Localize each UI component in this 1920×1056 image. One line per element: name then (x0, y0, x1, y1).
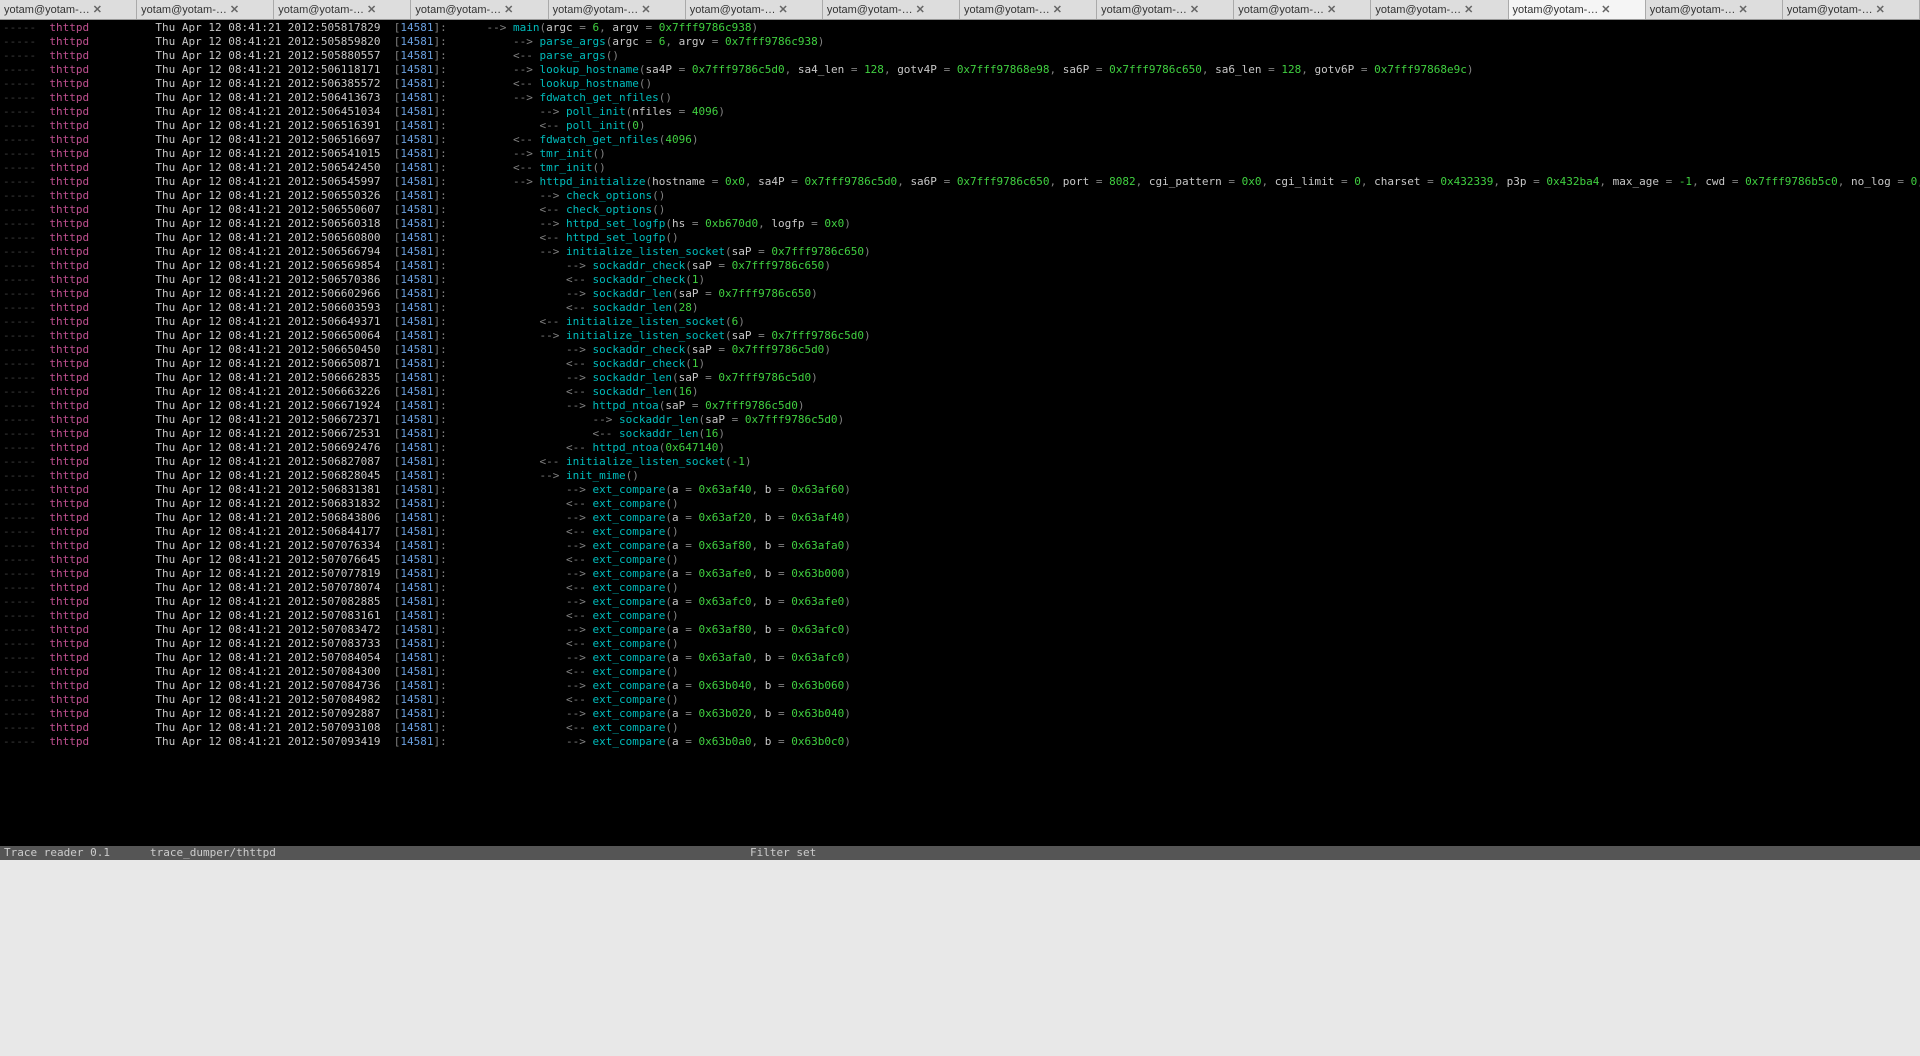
log-line: ----- thttpd Thu Apr 12 08:41:21 2012:50… (3, 203, 1917, 217)
log-line: ----- thttpd Thu Apr 12 08:41:21 2012:50… (3, 119, 1917, 133)
log-line: ----- thttpd Thu Apr 12 08:41:21 2012:50… (3, 595, 1917, 609)
tab[interactable]: yotam@yotam-…✕ (1509, 0, 1646, 19)
log-line: ----- thttpd Thu Apr 12 08:41:21 2012:50… (3, 413, 1917, 427)
log-line: ----- thttpd Thu Apr 12 08:41:21 2012:50… (3, 651, 1917, 665)
log-line: ----- thttpd Thu Apr 12 08:41:21 2012:50… (3, 91, 1917, 105)
log-line: ----- thttpd Thu Apr 12 08:41:21 2012:50… (3, 189, 1917, 203)
close-icon[interactable]: ✕ (93, 3, 102, 16)
close-icon[interactable]: ✕ (1601, 3, 1610, 16)
tab[interactable]: yotam@yotam-…✕ (1646, 0, 1783, 19)
tab[interactable]: yotam@yotam-…✕ (411, 0, 548, 19)
log-line: ----- thttpd Thu Apr 12 08:41:21 2012:50… (3, 497, 1917, 511)
close-icon[interactable]: ✕ (1876, 3, 1885, 16)
empty-region (0, 860, 1920, 1056)
tab[interactable]: yotam@yotam-…✕ (274, 0, 411, 19)
log-line: ----- thttpd Thu Apr 12 08:41:21 2012:50… (3, 21, 1917, 35)
close-icon[interactable]: ✕ (1738, 3, 1747, 16)
status-source: trace_dumper/thttpd (150, 846, 750, 860)
log-line: ----- thttpd Thu Apr 12 08:41:21 2012:50… (3, 245, 1917, 259)
tab[interactable]: yotam@yotam-…✕ (549, 0, 686, 19)
log-line: ----- thttpd Thu Apr 12 08:41:21 2012:50… (3, 525, 1917, 539)
log-line: ----- thttpd Thu Apr 12 08:41:21 2012:50… (3, 483, 1917, 497)
log-line: ----- thttpd Thu Apr 12 08:41:21 2012:50… (3, 427, 1917, 441)
tab[interactable]: yotam@yotam-…✕ (960, 0, 1097, 19)
log-line: ----- thttpd Thu Apr 12 08:41:21 2012:50… (3, 735, 1917, 749)
close-icon[interactable]: ✕ (1464, 3, 1473, 16)
log-line: ----- thttpd Thu Apr 12 08:41:21 2012:50… (3, 35, 1917, 49)
log-line: ----- thttpd Thu Apr 12 08:41:21 2012:50… (3, 357, 1917, 371)
log-line: ----- thttpd Thu Apr 12 08:41:21 2012:50… (3, 105, 1917, 119)
log-line: ----- thttpd Thu Apr 12 08:41:21 2012:50… (3, 609, 1917, 623)
log-line: ----- thttpd Thu Apr 12 08:41:21 2012:50… (3, 287, 1917, 301)
log-line: ----- thttpd Thu Apr 12 08:41:21 2012:50… (3, 693, 1917, 707)
log-line: ----- thttpd Thu Apr 12 08:41:21 2012:50… (3, 273, 1917, 287)
log-line: ----- thttpd Thu Apr 12 08:41:21 2012:50… (3, 721, 1917, 735)
log-line: ----- thttpd Thu Apr 12 08:41:21 2012:50… (3, 301, 1917, 315)
close-icon[interactable]: ✕ (641, 3, 650, 16)
log-line: ----- thttpd Thu Apr 12 08:41:21 2012:50… (3, 455, 1917, 469)
tab[interactable]: yotam@yotam-…✕ (823, 0, 960, 19)
tab[interactable]: yotam@yotam-…✕ (1783, 0, 1920, 19)
log-line: ----- thttpd Thu Apr 12 08:41:21 2012:50… (3, 637, 1917, 651)
close-icon[interactable]: ✕ (504, 3, 513, 16)
tab[interactable]: yotam@yotam-…✕ (1234, 0, 1371, 19)
close-icon[interactable]: ✕ (1190, 3, 1199, 16)
log-line: ----- thttpd Thu Apr 12 08:41:21 2012:50… (3, 581, 1917, 595)
log-line: ----- thttpd Thu Apr 12 08:41:21 2012:50… (3, 511, 1917, 525)
close-icon[interactable]: ✕ (1053, 3, 1062, 16)
close-icon[interactable]: ✕ (778, 3, 787, 16)
log-line: ----- thttpd Thu Apr 12 08:41:21 2012:50… (3, 217, 1917, 231)
log-line: ----- thttpd Thu Apr 12 08:41:21 2012:50… (3, 49, 1917, 63)
log-line: ----- thttpd Thu Apr 12 08:41:21 2012:50… (3, 63, 1917, 77)
status-filter: Filter set (750, 846, 1920, 860)
log-line: ----- thttpd Thu Apr 12 08:41:21 2012:50… (3, 371, 1917, 385)
log-line: ----- thttpd Thu Apr 12 08:41:21 2012:50… (3, 77, 1917, 91)
log-line: ----- thttpd Thu Apr 12 08:41:21 2012:50… (3, 469, 1917, 483)
log-line: ----- thttpd Thu Apr 12 08:41:21 2012:50… (3, 133, 1917, 147)
tab[interactable]: yotam@yotam-…✕ (137, 0, 274, 19)
tab[interactable]: yotam@yotam-…✕ (1371, 0, 1508, 19)
log-line: ----- thttpd Thu Apr 12 08:41:21 2012:50… (3, 441, 1917, 455)
status-bar: Trace reader 0.1 trace_dumper/thttpd Fil… (0, 846, 1920, 860)
tab[interactable]: yotam@yotam-…✕ (686, 0, 823, 19)
log-line: ----- thttpd Thu Apr 12 08:41:21 2012:50… (3, 147, 1917, 161)
terminal-output[interactable]: ----- thttpd Thu Apr 12 08:41:21 2012:50… (0, 20, 1920, 846)
log-line: ----- thttpd Thu Apr 12 08:41:21 2012:50… (3, 399, 1917, 413)
log-line: ----- thttpd Thu Apr 12 08:41:21 2012:50… (3, 567, 1917, 581)
status-app: Trace reader 0.1 (0, 846, 150, 860)
log-line: ----- thttpd Thu Apr 12 08:41:21 2012:50… (3, 385, 1917, 399)
log-line: ----- thttpd Thu Apr 12 08:41:21 2012:50… (3, 623, 1917, 637)
log-line: ----- thttpd Thu Apr 12 08:41:21 2012:50… (3, 679, 1917, 693)
log-line: ----- thttpd Thu Apr 12 08:41:21 2012:50… (3, 231, 1917, 245)
log-line: ----- thttpd Thu Apr 12 08:41:21 2012:50… (3, 329, 1917, 343)
log-line: ----- thttpd Thu Apr 12 08:41:21 2012:50… (3, 343, 1917, 357)
log-line: ----- thttpd Thu Apr 12 08:41:21 2012:50… (3, 707, 1917, 721)
tab[interactable]: yotam@yotam-…✕ (0, 0, 137, 19)
close-icon[interactable]: ✕ (367, 3, 376, 16)
log-line: ----- thttpd Thu Apr 12 08:41:21 2012:50… (3, 315, 1917, 329)
log-line: ----- thttpd Thu Apr 12 08:41:21 2012:50… (3, 259, 1917, 273)
log-line: ----- thttpd Thu Apr 12 08:41:21 2012:50… (3, 539, 1917, 553)
log-line: ----- thttpd Thu Apr 12 08:41:21 2012:50… (3, 553, 1917, 567)
close-icon[interactable]: ✕ (1327, 3, 1336, 16)
log-line: ----- thttpd Thu Apr 12 08:41:21 2012:50… (3, 161, 1917, 175)
log-line: ----- thttpd Thu Apr 12 08:41:21 2012:50… (3, 665, 1917, 679)
close-icon[interactable]: ✕ (916, 3, 925, 16)
log-line: ----- thttpd Thu Apr 12 08:41:21 2012:50… (3, 175, 1917, 189)
close-icon[interactable]: ✕ (230, 3, 239, 16)
tab[interactable]: yotam@yotam-…✕ (1097, 0, 1234, 19)
tab-bar: yotam@yotam-…✕yotam@yotam-…✕yotam@yotam-… (0, 0, 1920, 20)
